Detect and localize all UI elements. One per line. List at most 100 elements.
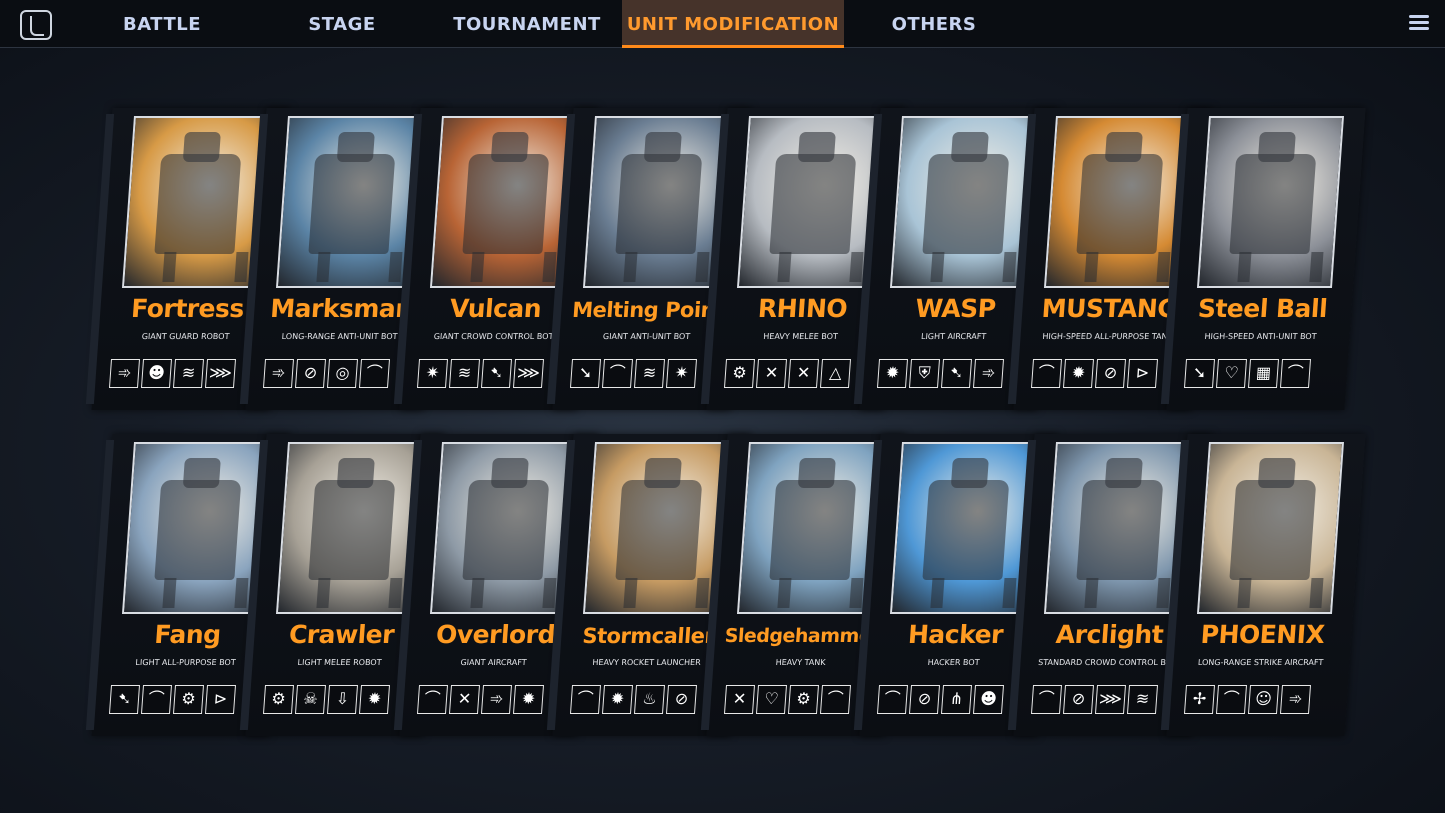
unit-artwork bbox=[1196, 442, 1344, 614]
ability-icon[interactable]: ≋ bbox=[633, 359, 666, 388]
ability-icon[interactable]: ✢ bbox=[1183, 685, 1216, 714]
ability-icon[interactable]: ⌒ bbox=[1030, 359, 1063, 388]
ability-icon[interactable]: ☺ bbox=[1247, 685, 1280, 714]
ability-icon[interactable]: ✷ bbox=[416, 359, 449, 388]
ability-icon[interactable]: ♡ bbox=[1215, 359, 1248, 388]
ability-icon[interactable]: ♡ bbox=[755, 685, 788, 714]
ability-icon[interactable]: ⊘ bbox=[1094, 359, 1127, 388]
ability-icon[interactable]: ⋙ bbox=[512, 359, 545, 388]
ability-icon[interactable]: ⋔ bbox=[940, 685, 973, 714]
ability-icon-row: ⚙ ☠ ⇩ ✹ bbox=[262, 685, 415, 717]
ability-icon[interactable]: ➾ bbox=[108, 359, 141, 388]
robot-silhouette bbox=[1229, 480, 1317, 580]
ability-icon[interactable]: ➘ bbox=[569, 359, 602, 388]
ability-icon[interactable]: ≋ bbox=[1126, 685, 1159, 714]
unit-subtitle: HIGH-SPEED ANTI-UNIT BOT bbox=[1204, 332, 1317, 341]
robot-silhouette bbox=[1076, 480, 1164, 580]
ability-icon[interactable]: ⌒ bbox=[1215, 685, 1248, 714]
unit-artwork bbox=[889, 442, 1037, 614]
ability-icon[interactable]: ➷ bbox=[480, 359, 513, 388]
ability-icon[interactable]: ⋙ bbox=[1094, 685, 1127, 714]
ability-icon-row: ⌒ ✹ ⊘ ⊳ bbox=[1030, 359, 1183, 391]
ability-icon[interactable]: ⚙ bbox=[787, 685, 820, 714]
ability-icon-row: ✢ ⌒ ☺ ➾ bbox=[1183, 685, 1336, 717]
ability-icon[interactable]: ⌒ bbox=[569, 685, 602, 714]
ability-icon-row: ➘ ♡ ▦ ⌒ bbox=[1183, 359, 1336, 391]
ability-icon[interactable]: ⌒ bbox=[1279, 359, 1312, 388]
ability-icon[interactable]: ⊘ bbox=[1062, 685, 1095, 714]
ability-icon[interactable]: ⚙ bbox=[172, 685, 205, 714]
ability-icon[interactable]: ⊳ bbox=[1126, 359, 1159, 388]
ability-icon[interactable]: ⊘ bbox=[908, 685, 941, 714]
robot-silhouette bbox=[462, 154, 550, 254]
ability-icon[interactable]: ➾ bbox=[1279, 685, 1312, 714]
unit-artwork bbox=[429, 442, 577, 614]
ability-icon[interactable]: ⌒ bbox=[1030, 685, 1063, 714]
ability-icon[interactable]: ✕ bbox=[723, 685, 756, 714]
ability-icon[interactable]: ☻ bbox=[140, 359, 173, 388]
ability-icon-row: ⚙ ✕ ✕ △ bbox=[723, 359, 876, 391]
ability-icon-row: ⌒ ✕ ➾ ✹ bbox=[416, 685, 569, 717]
ability-icon[interactable]: ➾ bbox=[972, 359, 1005, 388]
unit-artwork bbox=[889, 116, 1037, 288]
ability-icon[interactable]: ♨ bbox=[633, 685, 666, 714]
ability-icon-row: ➷ ⌒ ⚙ ⊳ bbox=[108, 685, 261, 717]
ability-icon[interactable]: ✹ bbox=[512, 685, 545, 714]
ability-icon[interactable]: ▦ bbox=[1247, 359, 1280, 388]
ability-icon[interactable]: ⌒ bbox=[601, 359, 634, 388]
ability-icon[interactable]: ➷ bbox=[940, 359, 973, 388]
unit-card[interactable]: Steel Ball HIGH-SPEED ANTI-UNIT BOT ➘ ♡ ▦ ⌒ bbox=[1160, 108, 1366, 410]
ability-icon[interactable]: ⌒ bbox=[416, 685, 449, 714]
unit-artwork bbox=[1196, 116, 1344, 288]
unit-artwork bbox=[275, 442, 423, 614]
unit-card[interactable]: PHOENIX LONG-RANGE STRIKE AIRCRAFT ✢ ⌒ ☺ ➾ bbox=[1160, 434, 1366, 736]
robot-silhouette bbox=[308, 480, 396, 580]
ability-icon[interactable]: ⌒ bbox=[876, 685, 909, 714]
unit-artwork bbox=[429, 116, 577, 288]
ability-icon[interactable]: ✹ bbox=[358, 685, 391, 714]
ability-icon[interactable]: ⋙ bbox=[204, 359, 237, 388]
ability-icon[interactable]: ⚙ bbox=[262, 685, 295, 714]
ability-icon[interactable]: ⊳ bbox=[204, 685, 237, 714]
ability-icon[interactable]: ◎ bbox=[326, 359, 359, 388]
ability-icon-row: ⌒ ⊘ ⋔ ☻ bbox=[876, 685, 1029, 717]
ability-icon[interactable]: ⛨ bbox=[908, 359, 941, 388]
robot-silhouette bbox=[462, 480, 550, 580]
ability-icon[interactable]: ⚙ bbox=[723, 359, 756, 388]
ability-icon[interactable]: ≋ bbox=[172, 359, 205, 388]
ability-icon[interactable]: ✹ bbox=[601, 685, 634, 714]
ability-icon[interactable]: ☠ bbox=[294, 685, 327, 714]
ability-icon-row: ✕ ♡ ⚙ ⌒ bbox=[723, 685, 876, 717]
ability-icon-row: ➘ ⌒ ≋ ✷ bbox=[569, 359, 722, 391]
ability-icon[interactable]: △ bbox=[819, 359, 852, 388]
ability-icon[interactable]: ⊘ bbox=[665, 685, 698, 714]
unit-artwork bbox=[736, 116, 884, 288]
ability-icon[interactable]: ≋ bbox=[448, 359, 481, 388]
robot-silhouette bbox=[769, 154, 857, 254]
ability-icon[interactable]: ✹ bbox=[876, 359, 909, 388]
robot-silhouette bbox=[154, 480, 242, 580]
ability-icon[interactable]: ⌒ bbox=[819, 685, 852, 714]
ability-icon-row: ➾ ⊘ ◎ ⌒ bbox=[262, 359, 415, 391]
ability-icon[interactable]: ➘ bbox=[1183, 359, 1216, 388]
ability-icon[interactable]: ⌒ bbox=[358, 359, 391, 388]
unit-artwork bbox=[582, 116, 730, 288]
ability-icon[interactable]: ✕ bbox=[755, 359, 788, 388]
ability-icon[interactable]: ⇩ bbox=[326, 685, 359, 714]
ability-icon[interactable]: ☻ bbox=[972, 685, 1005, 714]
ability-icon[interactable]: ✕ bbox=[448, 685, 481, 714]
unit-artwork bbox=[1043, 116, 1191, 288]
robot-silhouette bbox=[922, 480, 1010, 580]
ability-icon[interactable]: ✕ bbox=[787, 359, 820, 388]
ability-icon[interactable]: ➾ bbox=[262, 359, 295, 388]
ability-icon[interactable]: ✷ bbox=[665, 359, 698, 388]
ability-icon[interactable]: ✹ bbox=[1062, 359, 1095, 388]
ability-icon-row: ➾ ☻ ≋ ⋙ bbox=[108, 359, 261, 391]
robot-silhouette bbox=[308, 154, 396, 254]
ability-icon[interactable]: ⊘ bbox=[294, 359, 327, 388]
ability-icon[interactable]: ➷ bbox=[108, 685, 141, 714]
ability-icon[interactable]: ➾ bbox=[480, 685, 513, 714]
ability-icon[interactable]: ⌒ bbox=[140, 685, 173, 714]
unit-subtitle: LONG-RANGE STRIKE AIRCRAFT bbox=[1197, 658, 1324, 667]
unit-name: Steel Ball bbox=[1196, 294, 1329, 323]
